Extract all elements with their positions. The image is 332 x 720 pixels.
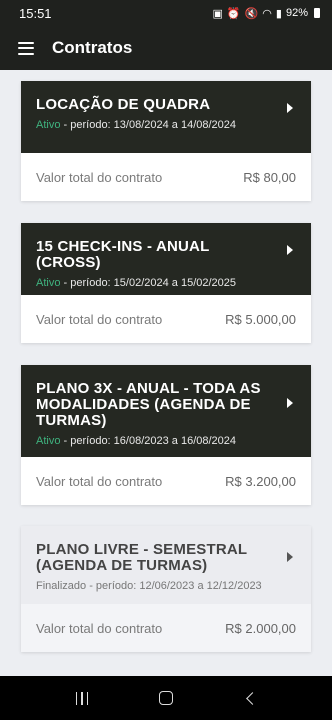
mute-icon: 🔇: [244, 7, 259, 20]
wifi-icon: ◠: [262, 7, 272, 20]
chevron-right-icon: [287, 552, 293, 562]
battery-percent: 92%: [285, 7, 308, 19]
total-value: R$ 5.000,00: [225, 311, 296, 327]
recent-apps-button[interactable]: [67, 683, 97, 713]
contract-subtitle: Ativo - período: 15/02/2024 a 15/02/2025: [36, 277, 275, 289]
contract-status: Ativo: [36, 435, 61, 447]
chevron-right-icon: [287, 103, 293, 113]
contract-title: PLANO 3X - ANUAL - TODA AS MODALIDADES (…: [36, 380, 261, 429]
home-button[interactable]: [151, 683, 181, 713]
back-icon: [245, 691, 259, 705]
total-value: R$ 2.000,00: [225, 620, 296, 636]
contract-header[interactable]: PLANO LIVRE - SEMESTRAL (AGENDA DE TURMA…: [21, 526, 311, 604]
contract-header[interactable]: 15 CHECK-INS - ANUAL (CROSS) Ativo - per…: [21, 223, 311, 295]
total-label: Valor total do contrato: [36, 620, 163, 636]
contract-title: 15 CHECK-INS - ANUAL (CROSS): [36, 238, 210, 271]
status-bar: 15:51 ▣ ⏰ 🔇 ◠ ▮ 92%: [0, 0, 332, 26]
contract-title: LOCAÇÃO DE QUADRA: [36, 96, 211, 113]
contract-subtitle: Ativo - período: 13/08/2024 a 14/08/2024: [36, 119, 275, 131]
contract-header[interactable]: PLANO 3X - ANUAL - TODA AS MODALIDADES (…: [21, 365, 311, 457]
recent-apps-icon: [75, 691, 89, 705]
contract-status: Ativo: [36, 277, 61, 289]
contract-card: LOCAÇÃO DE QUADRA Ativo - período: 13/08…: [21, 81, 311, 201]
menu-icon[interactable]: [18, 41, 34, 55]
contract-card: 15 CHECK-INS - ANUAL (CROSS) Ativo - per…: [21, 223, 311, 343]
total-value: R$ 80,00: [243, 169, 296, 185]
home-icon: [159, 691, 173, 705]
contract-period: - período: 13/08/2024 a 14/08/2024: [63, 119, 237, 131]
contract-period: - período: 15/02/2024 a 15/02/2025: [63, 277, 237, 289]
contract-subtitle: Ativo - período: 16/08/2023 a 16/08/2024: [36, 435, 275, 447]
total-label: Valor total do contrato: [36, 311, 163, 327]
notification-icon: ▣: [212, 7, 223, 20]
chevron-right-icon: [287, 245, 293, 255]
page-title: Contratos: [52, 38, 133, 57]
contract-total: Valor total do contrato R$ 3.200,00: [21, 457, 311, 505]
total-value: R$ 3.200,00: [225, 473, 296, 489]
signal-icon: ▮: [275, 7, 282, 20]
status-time: 15:51: [19, 5, 52, 21]
contract-status: Ativo: [36, 119, 61, 131]
system-nav-bar: [0, 676, 332, 720]
status-icons: ▣ ⏰ 🔇 ◠ ▮ 92%: [212, 7, 320, 20]
contract-header[interactable]: LOCAÇÃO DE QUADRA Ativo - período: 13/08…: [21, 81, 311, 153]
chevron-right-icon: [287, 398, 293, 408]
battery-icon: [314, 8, 320, 18]
contract-card: PLANO 3X - ANUAL - TODA AS MODALIDADES (…: [21, 365, 311, 505]
contract-total: Valor total do contrato R$ 80,00: [21, 153, 311, 201]
contract-total: Valor total do contrato R$ 2.000,00: [21, 604, 311, 652]
contract-period: - período: 12/06/2023 a 12/12/2023: [89, 580, 262, 592]
contract-subtitle: Finalizado - período: 12/06/2023 a 12/12…: [36, 580, 275, 592]
contract-card: PLANO LIVRE - SEMESTRAL (AGENDA DE TURMA…: [21, 526, 311, 652]
contract-total: Valor total do contrato R$ 5.000,00: [21, 295, 311, 343]
back-button[interactable]: [235, 683, 265, 713]
contracts-list[interactable]: LOCAÇÃO DE QUADRA Ativo - período: 13/08…: [0, 70, 332, 676]
contract-status: Finalizado: [36, 580, 87, 592]
total-label: Valor total do contrato: [36, 473, 163, 489]
app-bar: Contratos: [0, 26, 332, 70]
total-label: Valor total do contrato: [36, 169, 163, 185]
contract-period: - período: 16/08/2023 a 16/08/2024: [63, 435, 237, 447]
alarm-icon: ⏰: [226, 7, 241, 20]
contract-title: PLANO LIVRE - SEMESTRAL (AGENDA DE TURMA…: [36, 541, 248, 574]
